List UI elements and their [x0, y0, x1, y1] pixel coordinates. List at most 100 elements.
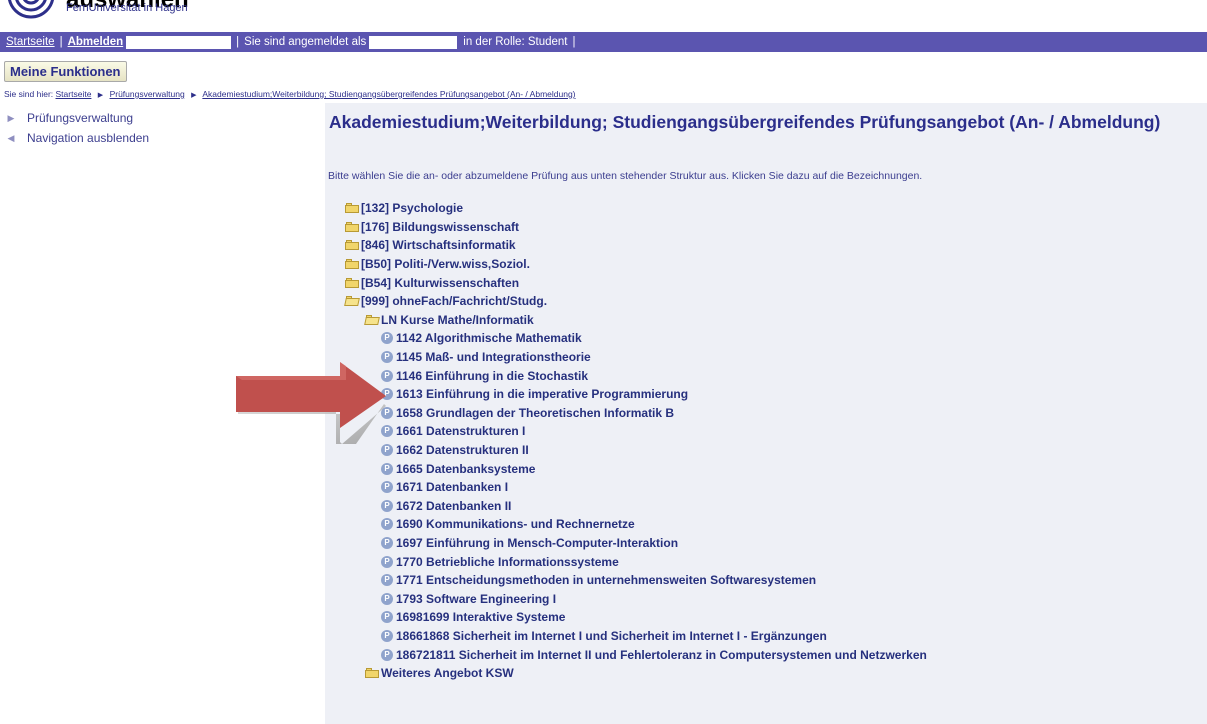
tree-folder[interactable]: [132] Psychologie: [345, 199, 927, 218]
redacted-name: [369, 35, 458, 49]
tree-course-label: 18661868 Sicherheit im Internet I und Si…: [396, 628, 827, 643]
tree-course-label: 1145 Maß- und Integrationstheorie: [396, 350, 591, 365]
tree-course[interactable]: P 1613 Einführung in die imperative Progr…: [345, 385, 927, 404]
exam-p-icon: P: [381, 574, 393, 587]
breadcrumb-current[interactable]: Akademiestudium;Weiterbildung; Studienga…: [202, 89, 575, 99]
exam-p-icon: P: [381, 536, 393, 549]
breadcrumb-arrow-icon: ▶: [97, 92, 104, 99]
tree-course-label: 1662 Datenstrukturen II: [396, 443, 529, 458]
tree-course[interactable]: P 1662 Datenstrukturen II: [345, 441, 927, 460]
folder-icon: [365, 668, 379, 679]
tree-course[interactable]: P 1142 Algorithmische Mathematik: [345, 329, 927, 348]
main-content: Akademiestudium;Weiterbildung; Studienga…: [325, 103, 1207, 724]
tree-course[interactable]: P 1672 Datenbanken II: [345, 497, 927, 516]
tree-course-label: 1672 Datenbanken II: [396, 498, 512, 513]
triangle-right-icon: ▶: [7, 112, 15, 123]
separator: |: [572, 36, 576, 48]
tree-course[interactable]: P 1793 Software Engineering I: [345, 589, 927, 608]
exam-tree: [132] Psychologie [176] Bildungswissensc…: [344, 199, 927, 683]
tree-course[interactable]: P 1146 Einführung in die Stochastik: [345, 366, 927, 385]
breadcrumb-exam-admin[interactable]: Prüfungsverwaltung: [110, 89, 185, 99]
tree-course-label: 1771 Entscheidungsmethoden in unternehme…: [396, 573, 817, 588]
folder-icon: [345, 277, 359, 288]
tree-folder-label: [132] Psychologie: [361, 201, 464, 216]
tree-course[interactable]: P 1671 Datenbanken I: [345, 478, 927, 497]
tree-folder[interactable]: [846] Wirtschaftsinformatik: [345, 236, 927, 255]
exam-p-icon: P: [381, 462, 393, 475]
breadcrumb-arrow-icon: ▶: [191, 92, 197, 99]
logged-in-label: Sie sind angemeldet als: [244, 36, 367, 48]
sidebar-item-exam-admin[interactable]: ▶ Prüfungsverwaltung: [0, 108, 325, 128]
tree-course[interactable]: P 1145 Maß- und Integrationstheorie: [345, 348, 927, 367]
sidebar: ▶ Prüfungsverwaltung ◀ Navigation ausble…: [0, 108, 325, 148]
sidebar-item-label: Prüfungsverwaltung: [27, 111, 134, 125]
exam-p-icon: P: [381, 444, 393, 457]
tree-course[interactable]: P 186721811 Sicherheit im Internet II und…: [345, 645, 927, 664]
exam-p-icon: P: [381, 518, 393, 531]
exam-p-icon: P: [381, 499, 393, 512]
tree-course-label: 1661 Datenstrukturen I: [396, 424, 526, 439]
tree-folder-label: [B54] Kulturwissenschaften: [361, 275, 520, 290]
tree-course[interactable]: P 1697 Einführung in Mensch-Computer-Inte…: [345, 534, 927, 553]
tree-folder[interactable]: [176] Bildungswissenschaft: [345, 218, 927, 237]
my-functions-button[interactable]: Meine Funktionen: [4, 61, 127, 82]
tree-folder-label: [176] Bildungswissenschaft: [361, 219, 520, 234]
redacted-username: [126, 35, 232, 49]
tree-course[interactable]: P 18661868 Sicherheit im Internet I und S…: [345, 627, 927, 646]
tree-course[interactable]: P 1771 Entscheidungsmethoden in unternehm…: [345, 571, 927, 590]
tree-course-label: 1770 Betriebliche Informationssysteme: [396, 554, 619, 569]
exam-p-icon: P: [381, 629, 393, 642]
tree-folder[interactable]: [B50] Politi-/Verw.wiss,Soziol.: [345, 255, 927, 274]
tree-subfolder[interactable]: Weiteres Angebot KSW: [345, 664, 927, 683]
sidebar-item-hide-navigation[interactable]: ◀ Navigation ausblenden: [0, 128, 325, 148]
separator: |: [236, 36, 240, 48]
role-label: in der Rolle: Student: [463, 36, 568, 48]
tree-course-label: 1613 Einführung in die imperative Progra…: [396, 387, 689, 402]
tree-folder-label: Weiteres Angebot KSW: [381, 666, 514, 681]
tree-folder-open[interactable]: [999] ohneFach/Fachricht/Studg.: [344, 292, 927, 311]
tree-course-label: 1697 Einführung in Mensch-Computer-Inter…: [396, 535, 679, 550]
arrow-left-icon: ◀: [7, 132, 15, 143]
tree-course[interactable]: P 1770 Betriebliche Informationssysteme: [345, 552, 927, 571]
top-nav-bar: Startseite | Abmelden | Sie sind angemel…: [0, 32, 1207, 52]
tree-course-label: 1665 Datenbanksysteme: [396, 461, 536, 476]
logout-link[interactable]: Abmelden: [68, 36, 124, 48]
page-title: Akademiestudium;Weiterbildung; Studienga…: [329, 112, 1161, 132]
breadcrumb-prefix: Sie sind hier:: [4, 89, 54, 99]
tree-course[interactable]: P 16981699 Interaktive Systeme: [345, 608, 927, 627]
tree-course-label: 1658 Grundlagen der Theoretischen Inform…: [396, 405, 675, 420]
intro-text: Bitte wählen Sie die an- oder abzumelden…: [328, 170, 923, 182]
tree-folder-label: [846] Wirtschaftsinformatik: [361, 238, 516, 253]
tree-course-label: 1146 Einführung in die Stochastik: [396, 368, 589, 383]
exam-p-icon: P: [381, 481, 393, 494]
tree-course[interactable]: P 1690 Kommunikations- und Rechnernetze: [345, 515, 927, 534]
tree-course-label: 186721811 Sicherheit im Internet II und …: [396, 647, 927, 662]
tree-course-label: 1142 Algorithmische Mathematik: [396, 331, 582, 346]
sidebar-item-label: Navigation ausblenden: [27, 131, 150, 145]
exam-p-icon: P: [381, 648, 393, 661]
separator: |: [59, 36, 63, 48]
home-link[interactable]: Startseite: [6, 36, 55, 48]
folder-icon: [345, 221, 359, 232]
exam-p-icon: P: [381, 611, 393, 624]
exam-p-icon: P: [381, 592, 393, 605]
red-arrow-annotation-icon: [236, 362, 386, 444]
tree-folder-label: LN Kurse Mathe/Informatik: [381, 312, 534, 327]
breadcrumb-home[interactable]: Startseite: [56, 89, 92, 99]
breadcrumb: Sie sind hier: Startseite ▶ Prüfungsverw…: [4, 89, 576, 99]
tree-course-label: 16981699 Interaktive Systeme: [396, 610, 566, 625]
tree-folder-label: [B50] Politi-/Verw.wiss,Soziol.: [361, 257, 530, 272]
logo-subtitle: FernUniversität in Hagen: [66, 2, 188, 14]
tree-course[interactable]: P 1658 Grundlagen der Theoretischen Infor…: [345, 404, 927, 423]
logo: auswählen FernUniversität in Hagen: [0, 0, 320, 30]
tree-course-label: 1690 Kommunikations- und Rechnernetze: [396, 517, 635, 532]
folder-icon: [345, 240, 359, 251]
tree-course[interactable]: P 1661 Datenstrukturen I: [345, 422, 927, 441]
tree-subfolder-open[interactable]: LN Kurse Mathe/Informatik: [345, 311, 927, 330]
logo-arcs-icon: [8, 0, 54, 19]
tree-course-label: 1671 Datenbanken I: [396, 480, 509, 495]
tree-course[interactable]: P 1665 Datenbanksysteme: [345, 459, 927, 478]
folder-open-icon: [364, 314, 380, 325]
tree-course-label: 1793 Software Engineering I: [396, 591, 557, 606]
tree-folder[interactable]: [B54] Kulturwissenschaften: [345, 273, 927, 292]
